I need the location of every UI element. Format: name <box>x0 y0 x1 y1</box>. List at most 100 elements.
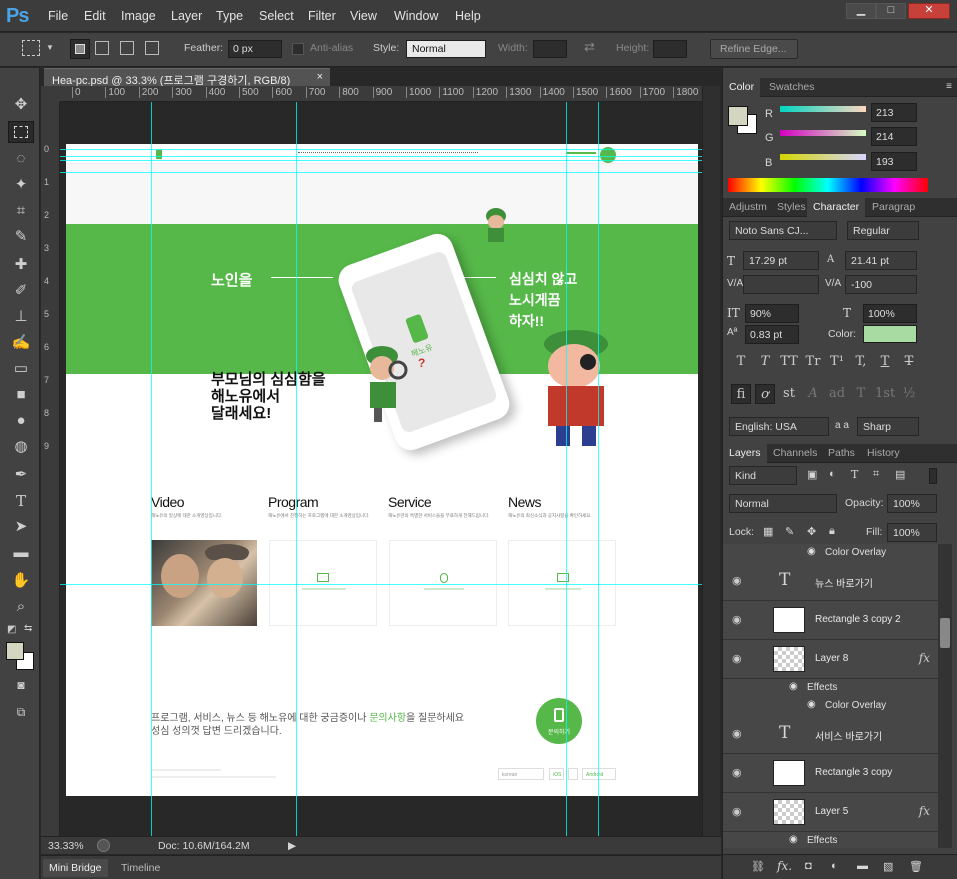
fractions-icon[interactable]: ½ <box>899 384 919 404</box>
tab-mini-bridge[interactable]: Mini Bridge <box>43 859 108 877</box>
r-slider[interactable] <box>780 106 866 112</box>
menu-filter[interactable]: Filter <box>308 9 336 23</box>
antialias-checkbox[interactable] <box>292 43 304 55</box>
layer-row[interactable]: ◉ Rectangle 3 copy 2 <box>723 601 938 640</box>
new-group-icon[interactable]: ▬ <box>857 860 868 872</box>
font-size-select[interactable]: 17.29 pt <box>743 251 819 270</box>
menu-select[interactable]: Select <box>259 9 294 23</box>
menu-view[interactable]: View <box>350 9 377 23</box>
old-style-icon[interactable]: ơ <box>755 384 775 404</box>
blur-tool-icon[interactable]: ● <box>8 410 34 432</box>
subscript-icon[interactable]: T, <box>851 352 871 372</box>
layer-filter-kind-select[interactable]: Kind <box>729 466 797 485</box>
menu-window[interactable]: Window <box>394 9 438 23</box>
status-info-icon[interactable] <box>97 839 110 852</box>
all-caps-icon[interactable]: TT <box>779 352 799 372</box>
layer-row[interactable]: ◉ Rectangle 3 copy <box>723 754 938 793</box>
titling-alternates-icon[interactable]: T <box>851 384 871 404</box>
filter-type-icon[interactable]: T <box>851 468 858 481</box>
tab-timeline[interactable]: Timeline <box>115 859 166 877</box>
marquee-tool-icon[interactable] <box>8 121 34 143</box>
layer-effect-row[interactable]: ◉ Color Overlay <box>723 697 938 715</box>
zoom-level[interactable]: 33.33% <box>48 840 84 852</box>
eye-icon[interactable]: ◉ <box>732 727 742 740</box>
fx-icon[interactable]: fx <box>919 804 930 818</box>
new-selection-icon[interactable] <box>70 39 90 59</box>
quick-mask-icon[interactable]: ◙ <box>8 674 34 696</box>
underline-icon[interactable]: T <box>875 352 895 372</box>
tab-channels[interactable]: Channels <box>767 444 823 463</box>
guide-horizontal[interactable] <box>60 584 702 585</box>
g-slider[interactable] <box>780 130 866 136</box>
tab-styles[interactable]: Styles <box>771 198 812 217</box>
menu-layer[interactable]: Layer <box>171 9 202 23</box>
tab-swatches[interactable]: Swatches <box>763 78 821 97</box>
eye-icon[interactable]: ◉ <box>732 652 742 665</box>
horizontal-scale-input[interactable]: 100% <box>863 304 917 323</box>
eye-icon[interactable]: ◉ <box>807 546 816 557</box>
zoom-tool-icon[interactable]: ⌕ <box>8 596 34 618</box>
menu-help[interactable]: Help <box>455 9 481 23</box>
faux-italic-icon[interactable]: T <box>755 352 775 372</box>
horizontal-ruler[interactable]: 0 100 200 300 400 500 600 700 800 900 1000 1100 1200… <box>60 86 702 102</box>
menu-file[interactable]: File <box>48 9 68 23</box>
vertical-scale-input[interactable]: 90% <box>745 304 799 323</box>
filter-smart-object-icon[interactable]: ▤ <box>895 468 905 481</box>
fx-icon[interactable]: fx <box>919 651 930 665</box>
opacity-select[interactable]: 100% <box>887 494 937 513</box>
font-style-select[interactable]: Regular <box>847 221 919 240</box>
new-layer-icon[interactable]: ▧ <box>883 860 893 873</box>
path-selection-tool-icon[interactable]: ➤ <box>8 516 34 538</box>
swap-icon[interactable]: ⇄ <box>584 39 595 55</box>
close-tab-icon[interactable]: × <box>317 71 323 83</box>
magic-wand-tool-icon[interactable]: ✦ <box>8 174 34 196</box>
b-slider[interactable] <box>780 154 866 160</box>
layers-scrollbar[interactable] <box>938 544 952 848</box>
crop-tool-icon[interactable]: ⌗ <box>8 200 34 222</box>
lock-pixels-icon[interactable]: ✎ <box>785 525 794 538</box>
guide-horizontal[interactable] <box>60 160 702 161</box>
lock-position-icon[interactable]: ✥ <box>807 525 816 538</box>
filter-shape-icon[interactable]: ⌗ <box>873 468 879 481</box>
guide-vertical[interactable] <box>151 102 152 836</box>
eye-icon[interactable]: ◉ <box>807 699 816 710</box>
menu-image[interactable]: Image <box>121 9 156 23</box>
gradient-tool-icon[interactable]: ■ <box>8 384 34 406</box>
ligatures-icon[interactable]: fi <box>731 384 751 404</box>
guide-horizontal[interactable] <box>60 156 702 157</box>
type-tool-icon[interactable]: T <box>8 490 34 512</box>
kerning-select[interactable] <box>743 275 819 294</box>
menu-edit[interactable]: Edit <box>84 9 106 23</box>
move-tool-icon[interactable]: ✥ <box>8 94 34 116</box>
eye-icon[interactable]: ◉ <box>732 766 742 779</box>
small-caps-icon[interactable]: Tr <box>803 352 823 372</box>
clone-stamp-tool-icon[interactable]: ⊥ <box>8 306 34 328</box>
tab-adjustments[interactable]: Adjustm <box>723 198 773 217</box>
subtract-selection-icon[interactable] <box>120 41 134 55</box>
swash-icon[interactable]: A <box>803 384 823 404</box>
ordinals-icon[interactable]: 1st <box>875 384 895 404</box>
leading-select[interactable]: 21.41 pt <box>845 251 917 270</box>
shape-tool-icon[interactable]: ▬ <box>8 542 34 564</box>
antialias-method-select[interactable]: Sharp <box>857 417 919 436</box>
guide-horizontal[interactable] <box>60 172 702 173</box>
canvas-area[interactable]: 노인을 심심치 않고 노시게끔 하자!! 부모님의 심심함을 해노유에서 달래세… <box>60 102 702 836</box>
tab-layers[interactable]: Layers <box>723 444 767 463</box>
dodge-tool-icon[interactable]: ◍ <box>8 436 34 458</box>
style-select[interactable]: Normal <box>406 40 486 58</box>
adjustment-layer-icon[interactable]: ◐ <box>831 860 838 872</box>
intersect-selection-icon[interactable] <box>145 41 159 55</box>
add-mask-icon[interactable]: ◘ <box>805 860 812 872</box>
guide-vertical[interactable] <box>296 102 297 836</box>
chevron-down-icon[interactable]: ▼ <box>46 43 54 52</box>
eye-icon[interactable]: ◉ <box>732 574 742 587</box>
tracking-select[interactable]: -100 <box>845 275 917 294</box>
filter-adjustment-icon[interactable]: ◐ <box>829 468 836 480</box>
link-layers-icon[interactable]: ⛓ <box>751 860 765 873</box>
guide-horizontal[interactable] <box>60 149 702 150</box>
layer-row[interactable]: ◉ T 뉴스 바로가기 <box>723 562 938 601</box>
g-value-input[interactable]: 214 <box>871 127 917 146</box>
guide-vertical[interactable] <box>566 102 567 836</box>
menu-type[interactable]: Type <box>216 9 243 23</box>
history-brush-tool-icon[interactable]: ✍ <box>8 332 34 354</box>
